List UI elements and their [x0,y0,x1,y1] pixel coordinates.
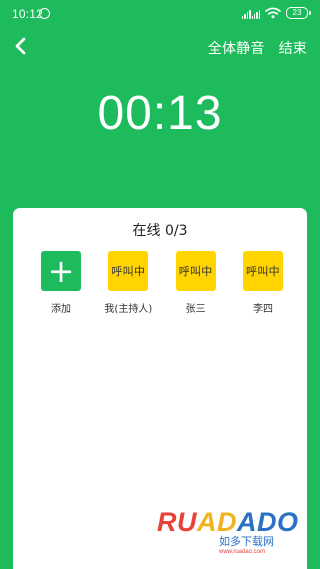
chevron-left-icon[interactable] [12,37,30,55]
signal-icon [242,7,260,19]
participant-panel: 在线 0/3 + 添加 呼叫中 我(主持人) 呼叫中 张三 呼叫中 李四 RUA… [13,208,307,569]
participant-label: 添加 [51,304,71,315]
participant-label: 李四 [252,304,273,315]
sync-notification-icon [39,8,50,19]
participant-host: 呼叫中 我(主持人) [104,251,152,315]
call-timer: 00:13 [97,87,223,140]
calling-avatar: 呼叫中 [108,251,149,291]
participant-lisi: 呼叫中 李四 [239,251,287,315]
participant-label: 张三 [185,304,206,315]
participant-zhangsan: 呼叫中 张三 [172,251,220,315]
status-icons: 23 [242,7,311,19]
watermark-subtitle: 如多下载网 [219,535,274,548]
watermark-url: www.ruadao.com [219,549,266,555]
wifi-icon [265,7,281,19]
participants-list: + 添加 呼叫中 我(主持人) 呼叫中 张三 呼叫中 李四 [37,251,287,315]
participant-add[interactable]: + 添加 [37,251,85,315]
end-call-button[interactable]: 结束 [279,38,307,58]
call-header: 全体静音 结束 [0,28,320,68]
calling-avatar: 呼叫中 [242,251,283,291]
top-actions: 全体静音 结束 [208,38,307,58]
online-count: 在线 0/3 [132,223,188,239]
status-bar: 10:12 23 [0,0,320,28]
watermark-logo: RUADADO [157,507,299,537]
site-watermark: RUADADO 如多下载网 www.ruadao.com [157,501,299,561]
participant-label: 我(主持人) [104,304,153,315]
calling-avatar: 呼叫中 [175,251,216,291]
mute-all-button[interactable]: 全体静音 [208,38,265,58]
battery-icon: 23 [286,7,311,19]
add-participant-button[interactable]: + [41,251,81,291]
